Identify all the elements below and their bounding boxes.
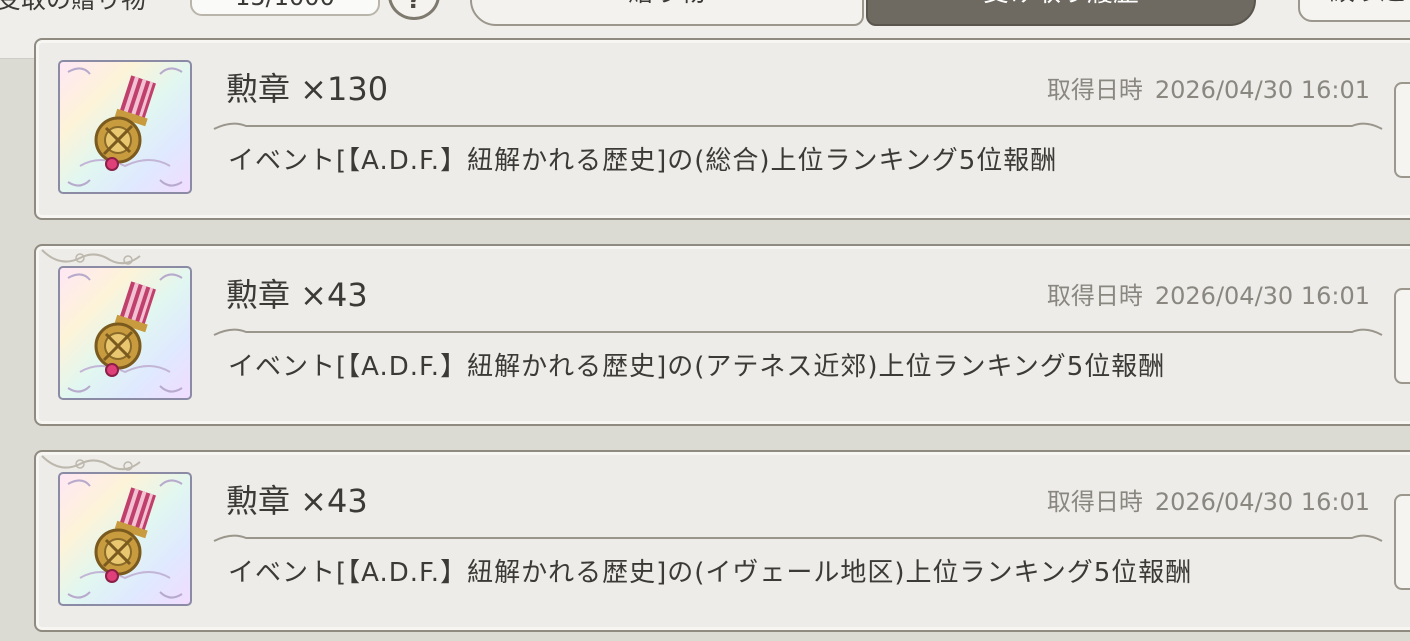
item-side-tab bbox=[1394, 82, 1410, 178]
item-description: イベント[【A.D.F.】紐解かれる歴史]の(アテネス近郊)上位ランキング5位報… bbox=[228, 352, 1166, 382]
gift-box-label: 受取の贈り物 bbox=[0, 0, 146, 16]
divider bbox=[213, 534, 1383, 542]
filter-button[interactable]: 絞り込 bbox=[1298, 0, 1410, 22]
received-date: 取得日時 2026/04/30 16:01 bbox=[1046, 76, 1370, 104]
item-name: 勲章 ×43 bbox=[226, 482, 368, 520]
item-side-tab bbox=[1394, 288, 1410, 384]
divider bbox=[213, 328, 1383, 336]
item-name: 勲章 ×43 bbox=[226, 276, 368, 314]
medal-icon bbox=[58, 472, 192, 606]
divider bbox=[213, 122, 1383, 130]
received-date: 取得日時 2026/04/30 16:01 bbox=[1046, 282, 1370, 310]
received-date: 取得日時 2026/04/30 16:01 bbox=[1046, 488, 1370, 516]
item-side-tab bbox=[1394, 494, 1410, 590]
medal-icon bbox=[58, 266, 192, 400]
gift-box-count: 15/1000 bbox=[190, 0, 380, 16]
item-description: イベント[【A.D.F.】紐解かれる歴史]の(イヴェール地区)上位ランキング5位… bbox=[228, 558, 1193, 588]
help-button[interactable]: ? bbox=[388, 0, 440, 20]
item-description: イベント[【A.D.F.】紐解かれる歴史]の(総合)上位ランキング5位報酬 bbox=[228, 146, 1058, 176]
history-item: 勲章 ×130 取得日時 2026/04/30 16:01 イベント[【A.D.F… bbox=[34, 38, 1410, 220]
tab-gifts[interactable]: 贈り物 bbox=[470, 0, 864, 26]
history-item: 勲章 ×43 取得日時 2026/04/30 16:01 イベント[【A.D.F.… bbox=[34, 244, 1410, 426]
item-name: 勲章 ×130 bbox=[226, 70, 389, 108]
history-item: 勲章 ×43 取得日時 2026/04/30 16:01 イベント[【A.D.F.… bbox=[34, 450, 1410, 632]
tab-receive-history[interactable]: 受け取り履歴 bbox=[866, 0, 1256, 26]
medal-icon bbox=[58, 60, 192, 194]
